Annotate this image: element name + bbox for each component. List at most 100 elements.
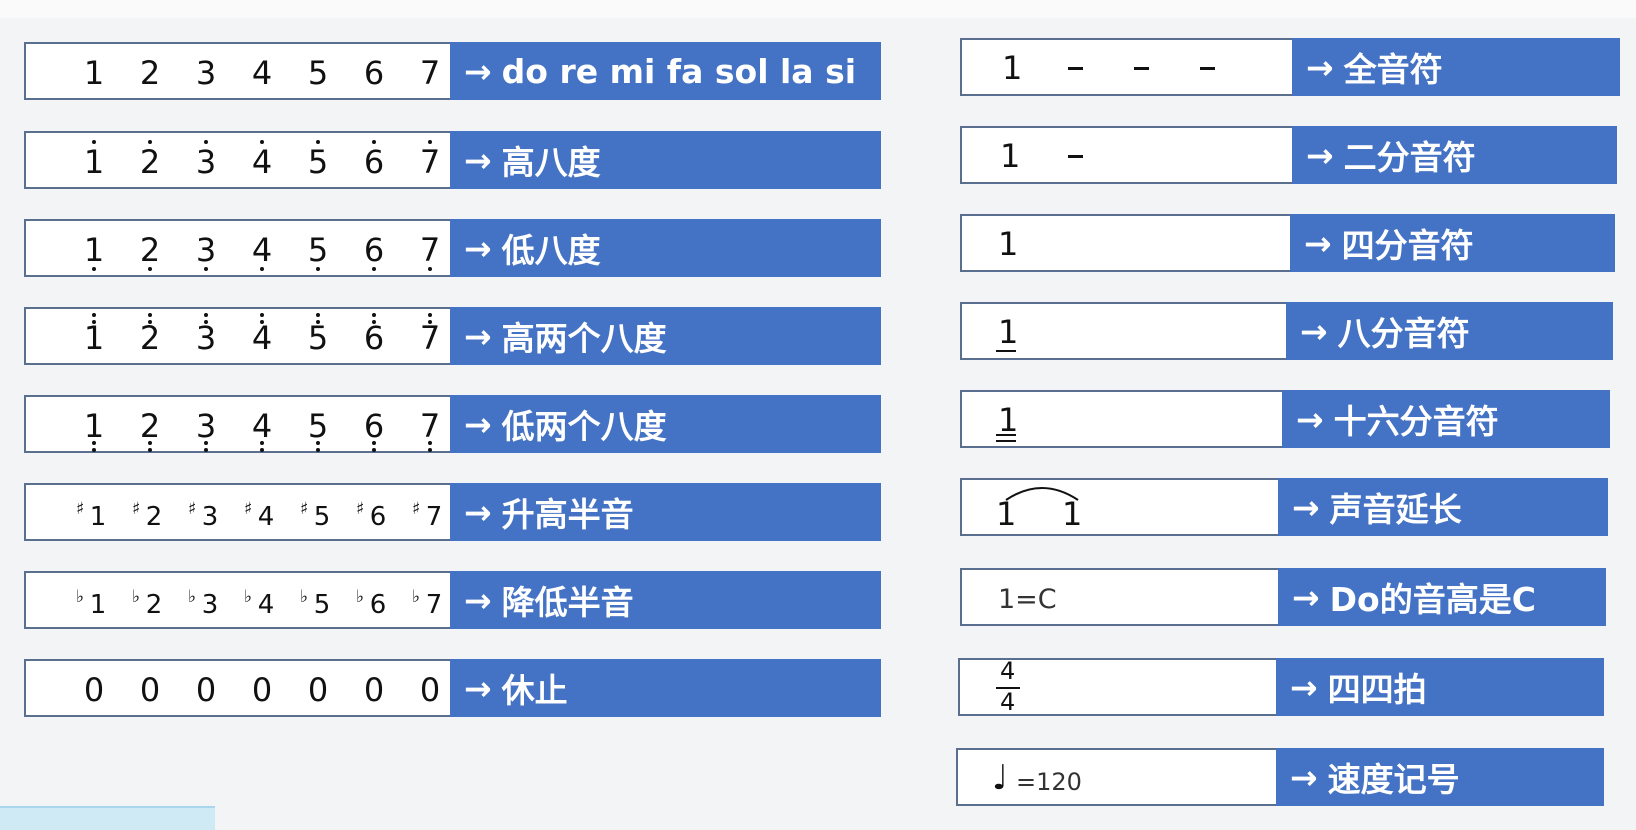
- note-digit: 0: [251, 671, 273, 709]
- note-digit: 1: [83, 231, 105, 269]
- note-digit: 5: [307, 407, 329, 445]
- note: 2: [130, 133, 170, 187]
- description-label: → 四四拍: [1276, 658, 1604, 716]
- octave-up-dot: [372, 140, 376, 144]
- arrow-icon: →: [1292, 487, 1320, 527]
- row-half-note: 1 → 二分音符: [960, 126, 1617, 184]
- note-digit: 3: [195, 231, 217, 269]
- note-digit: 1: [83, 54, 105, 92]
- note-digit: 3: [201, 502, 219, 532]
- row-solfege: 1 2 3 4 5 6 7 → do re mi fa sol la si: [24, 42, 881, 100]
- octave-down-dot: [92, 267, 96, 271]
- row-two-octaves-up: 1 2 3 4 5 6 7 → 高两个八度: [24, 307, 881, 365]
- note: 0: [130, 661, 170, 715]
- note-digit: 6: [363, 319, 385, 357]
- note: ♭ 7: [410, 573, 450, 627]
- arrow-icon: →: [464, 580, 492, 620]
- octave-down-dot: [372, 267, 376, 271]
- row-rest: 0 0 0 0 0 0 0 → 休止: [24, 659, 881, 717]
- label-text: do re mi fa sol la si: [501, 51, 857, 91]
- notation-box: 1234567: [24, 42, 450, 100]
- underline-mark: [996, 434, 1016, 436]
- notation-box: 1=C: [960, 568, 1278, 626]
- octave-down-dot: [260, 441, 264, 445]
- note-digit: 1: [1002, 49, 1023, 87]
- note-digit: 4: [251, 231, 273, 269]
- description-label: → 全音符: [1292, 38, 1620, 96]
- label-text: 十六分音符: [1333, 402, 1499, 441]
- octave-up-dot: [428, 313, 432, 317]
- arrow-icon: →: [464, 404, 492, 444]
- note: 4: [242, 133, 282, 187]
- note-digit: 1: [1062, 495, 1083, 533]
- description-label: → do re mi fa sol la si: [450, 42, 881, 100]
- label-text: 高两个八度: [501, 319, 667, 358]
- note: ♭ 5: [298, 573, 338, 627]
- octave-down-dot: [428, 448, 432, 452]
- note-digit: 7: [419, 319, 441, 357]
- note-digit: 3: [195, 143, 217, 181]
- octave-down-dot: [204, 441, 208, 445]
- note-digit: 5: [313, 590, 331, 620]
- note: ♯ 1: [74, 485, 114, 539]
- note-digit: 1: [89, 590, 107, 620]
- arrow-icon: →: [1292, 577, 1320, 617]
- note: 1: [74, 221, 114, 275]
- row-key: 1=C → Do的音高是C: [960, 568, 1606, 626]
- notation-box: 1: [960, 390, 1282, 448]
- note: ♭ 1: [74, 573, 114, 627]
- note-digit: 1: [998, 313, 1019, 351]
- octave-down-dot: [316, 448, 320, 452]
- note: 0: [354, 661, 394, 715]
- note: 3: [186, 221, 226, 275]
- row-octave-down: 1 2 3 4 5 6 7 → 低八度: [24, 219, 881, 277]
- note-digit: 2: [145, 590, 163, 620]
- note: ♯ 5: [298, 485, 338, 539]
- note-digit: 7: [425, 590, 443, 620]
- octave-up-dot: [260, 320, 264, 324]
- row-whole-note: 1 → 全音符: [960, 38, 1620, 96]
- arrow-icon: →: [464, 492, 492, 532]
- octave-up-dot: [148, 313, 152, 317]
- note-digit: 7: [419, 143, 441, 181]
- notation-box: 1234567: [24, 395, 450, 453]
- octave-up-dot: [316, 320, 320, 324]
- label-text: 低八度: [501, 231, 601, 270]
- row-tempo: ♩ =120 → 速度记号: [956, 748, 1604, 806]
- notation-box: 1: [960, 214, 1290, 272]
- label-text: 低两个八度: [501, 407, 667, 446]
- note: 4: [242, 309, 282, 363]
- note-digit: 3: [201, 590, 219, 620]
- note-digit: 5: [307, 143, 329, 181]
- note-digit: 3: [195, 407, 217, 445]
- extension-dash: [1200, 67, 1215, 70]
- octave-up-dot: [148, 140, 152, 144]
- description-label: → 四分音符: [1290, 214, 1615, 272]
- note: 0: [298, 661, 338, 715]
- arrow-icon: →: [1290, 757, 1318, 797]
- description-label: → 二分音符: [1292, 126, 1617, 184]
- time-numerator: 4: [1000, 657, 1016, 685]
- octave-up-dot: [260, 313, 264, 317]
- note: 2: [130, 397, 170, 452]
- octave-down-dot: [92, 441, 96, 445]
- label-text: 休止: [501, 671, 568, 710]
- octave-up-dot: [428, 140, 432, 144]
- octave-up-dot: [92, 140, 96, 144]
- note-digit: 4: [251, 407, 273, 445]
- note: 3: [186, 44, 226, 98]
- note-digit: 1: [83, 407, 105, 445]
- note: ♯ 7: [410, 485, 450, 539]
- note: ♭ 2: [130, 573, 170, 627]
- note: 0: [74, 661, 114, 715]
- note-digit: 4: [257, 590, 275, 620]
- note: ♭ 3: [186, 573, 226, 627]
- note: 0: [410, 661, 450, 715]
- row-sixteenth-note: 1 → 十六分音符: [960, 390, 1610, 448]
- arrow-icon: →: [464, 140, 492, 180]
- note-digit: 4: [257, 502, 275, 532]
- arrow-icon: →: [464, 668, 492, 708]
- note: ♯ 3: [186, 485, 226, 539]
- note-digit: 2: [145, 502, 163, 532]
- label-text: 升高半音: [501, 495, 634, 534]
